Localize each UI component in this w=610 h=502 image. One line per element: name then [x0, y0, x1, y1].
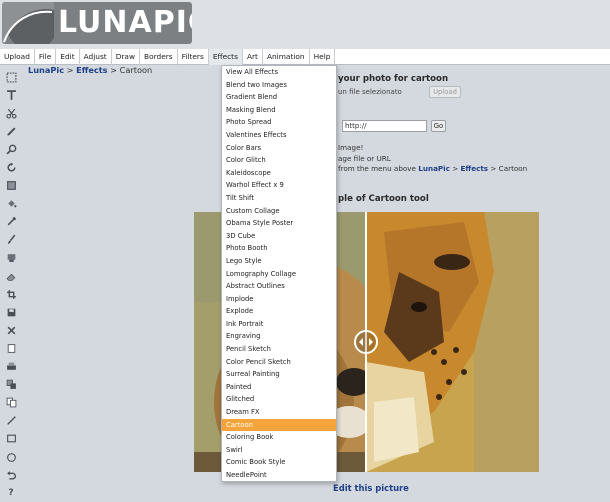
menu-item-painted[interactable]: Painted — [222, 381, 336, 394]
menu-item-warhol-effect[interactable]: Warhol Effect x 9 — [222, 179, 336, 192]
menu-item-pencil-sketch[interactable]: Pencil Sketch — [222, 343, 336, 356]
menu-item-blend-two-images[interactable]: Blend two Images — [222, 79, 336, 92]
circle-tool-icon[interactable] — [2, 448, 20, 466]
menu-item-dream-fx[interactable]: Dream FX — [222, 406, 336, 419]
lunapic-logo[interactable]: LUNAPIC — [2, 2, 192, 44]
upload-button[interactable]: Upload — [429, 86, 461, 98]
menu-art[interactable]: Art — [243, 48, 263, 65]
clone-stamp-icon[interactable] — [2, 249, 20, 267]
info-line-3-suffix: > Cartoon — [488, 164, 528, 173]
menu-item-color-glitch[interactable]: Color Glitch — [222, 154, 336, 167]
menu-item-kaleidoscope[interactable]: Kaleidoscope — [222, 167, 336, 180]
menu-item-abstract-outlines[interactable]: Abstract Outlines — [222, 280, 336, 293]
breadcrumb-effects[interactable]: Effects — [76, 65, 107, 75]
compare-slider-handle[interactable] — [354, 330, 378, 354]
menu-item-cartoon[interactable]: Cartoon — [222, 418, 336, 432]
example-heading: ple of Cartoon tool — [338, 194, 429, 204]
info-line-2: age file or URL — [338, 154, 391, 163]
menu-item-glitched[interactable]: Glitched — [222, 393, 336, 406]
info-line-3: from the menu above LunaPic > Effects > … — [338, 164, 527, 173]
menu-item-color-bars[interactable]: Color Bars — [222, 142, 336, 155]
menu-item-masking-blend[interactable]: Masking Blend — [222, 104, 336, 117]
print-icon[interactable] — [2, 358, 20, 376]
duplicate-icon[interactable] — [2, 394, 20, 412]
eyedropper-icon[interactable] — [2, 213, 20, 231]
file-chooser-status[interactable]: un file selezionato — [338, 86, 426, 98]
upload-heading: your photo for cartoon — [338, 74, 449, 84]
go-button[interactable]: Go — [431, 120, 446, 132]
breadcrumb: LunaPic > Effects > Cartoon — [28, 65, 152, 75]
eraser-icon[interactable] — [2, 267, 20, 285]
new-layer-icon[interactable] — [2, 339, 20, 357]
menu-file[interactable]: File — [35, 48, 57, 65]
crop-icon[interactable] — [2, 285, 20, 303]
brush-icon[interactable] — [2, 231, 20, 249]
info-line-1: Image! — [338, 143, 364, 152]
menu-item-surreal-painting[interactable]: Surreal Painting — [222, 368, 336, 381]
paint-bucket-icon[interactable] — [2, 195, 20, 213]
header: LUNAPIC — [0, 0, 610, 49]
menu-item-implode[interactable]: Implode — [222, 293, 336, 306]
rotate-icon[interactable] — [2, 158, 20, 176]
menu-item-valentines-effects[interactable]: Valentines Effects — [222, 129, 336, 142]
menu-item-lomography-collage[interactable]: Lomography Collage — [222, 268, 336, 281]
menu-help[interactable]: Help — [310, 48, 336, 65]
menu-item-engraving[interactable]: Engraving — [222, 330, 336, 343]
menu-edit[interactable]: Edit — [56, 48, 80, 65]
line-tool-icon[interactable] — [2, 412, 20, 430]
breadcrumb-current: Cartoon — [119, 65, 153, 75]
breadcrumb-separator: > — [107, 65, 120, 75]
rectangle-tool-icon[interactable] — [2, 430, 20, 448]
menu-animation[interactable]: Animation — [263, 48, 310, 65]
menu-filters[interactable]: Filters — [178, 48, 209, 65]
menu-effects[interactable]: Effects — [208, 48, 243, 65]
menu-item-3d-cube[interactable]: 3D Cube — [222, 230, 336, 243]
info-line-3-prefix: from the menu above — [338, 164, 419, 173]
menu-item-explode[interactable]: Explode — [222, 305, 336, 318]
info-link-effects[interactable]: Effects — [461, 164, 489, 173]
menu-item-photo-booth[interactable]: Photo Booth — [222, 242, 336, 255]
menu-draw[interactable]: Draw — [112, 48, 141, 65]
menu-upload[interactable]: Upload — [0, 48, 35, 65]
menu-bar: Upload File Edit Adjust Draw Borders Fil… — [0, 48, 610, 65]
marquee-select-icon[interactable] — [2, 68, 20, 86]
menu-adjust[interactable]: Adjust — [80, 48, 112, 65]
menu-item-color-pencil-sketch[interactable]: Color Pencil Sketch — [222, 356, 336, 369]
menu-item-obama-style-poster[interactable]: Obama Style Poster — [222, 217, 336, 230]
menu-item-needlepoint[interactable]: NeedlePoint — [222, 469, 336, 482]
tool-sidebar: ? — [2, 68, 20, 502]
menu-item-comic-book-style[interactable]: Comic Book Style — [222, 456, 336, 469]
info-line-3-separator: > — [449, 164, 461, 173]
breadcrumb-separator: > — [64, 65, 77, 75]
menu-item-gradient-blend[interactable]: Gradient Blend — [222, 91, 336, 104]
save-icon[interactable] — [2, 303, 20, 321]
menu-borders[interactable]: Borders — [140, 48, 178, 65]
menu-item-ink-portrait[interactable]: Ink Portrait — [222, 318, 336, 331]
logo-text: LUNAPIC — [58, 5, 192, 40]
close-icon[interactable] — [2, 321, 20, 339]
undo-icon[interactable] — [2, 466, 20, 484]
zoom-icon[interactable] — [2, 140, 20, 158]
pencil-icon[interactable] — [2, 122, 20, 140]
info-link-lunapic[interactable]: LunaPic — [418, 164, 450, 173]
menu-item-lego-style[interactable]: Lego Style — [222, 255, 336, 268]
canvas-icon[interactable] — [2, 177, 20, 195]
layers-icon[interactable] — [2, 376, 20, 394]
help-icon[interactable]: ? — [2, 484, 20, 502]
menu-item-tilt-shift[interactable]: Tilt Shift — [222, 192, 336, 205]
menu-item-custom-collage[interactable]: Custom Collage — [222, 205, 336, 218]
menu-item-photo-spread[interactable]: Photo Spread — [222, 116, 336, 129]
menu-item-coloring-book[interactable]: Coloring Book — [222, 431, 336, 444]
url-input[interactable]: http:// — [342, 120, 427, 132]
menu-item-view-all-effects[interactable]: View All Effects — [222, 66, 336, 79]
left-right-arrows-icon — [359, 338, 373, 346]
scissors-icon[interactable] — [2, 104, 20, 122]
edit-this-picture-link[interactable]: Edit this picture — [333, 483, 409, 493]
breadcrumb-lunapic[interactable]: LunaPic — [28, 65, 64, 75]
text-tool-icon[interactable] — [2, 86, 20, 104]
moon-logo-icon — [2, 2, 54, 44]
effects-dropdown-menu: View All Effects Blend two Images Gradie… — [221, 65, 337, 482]
menu-item-swirl[interactable]: Swirl — [222, 444, 336, 457]
